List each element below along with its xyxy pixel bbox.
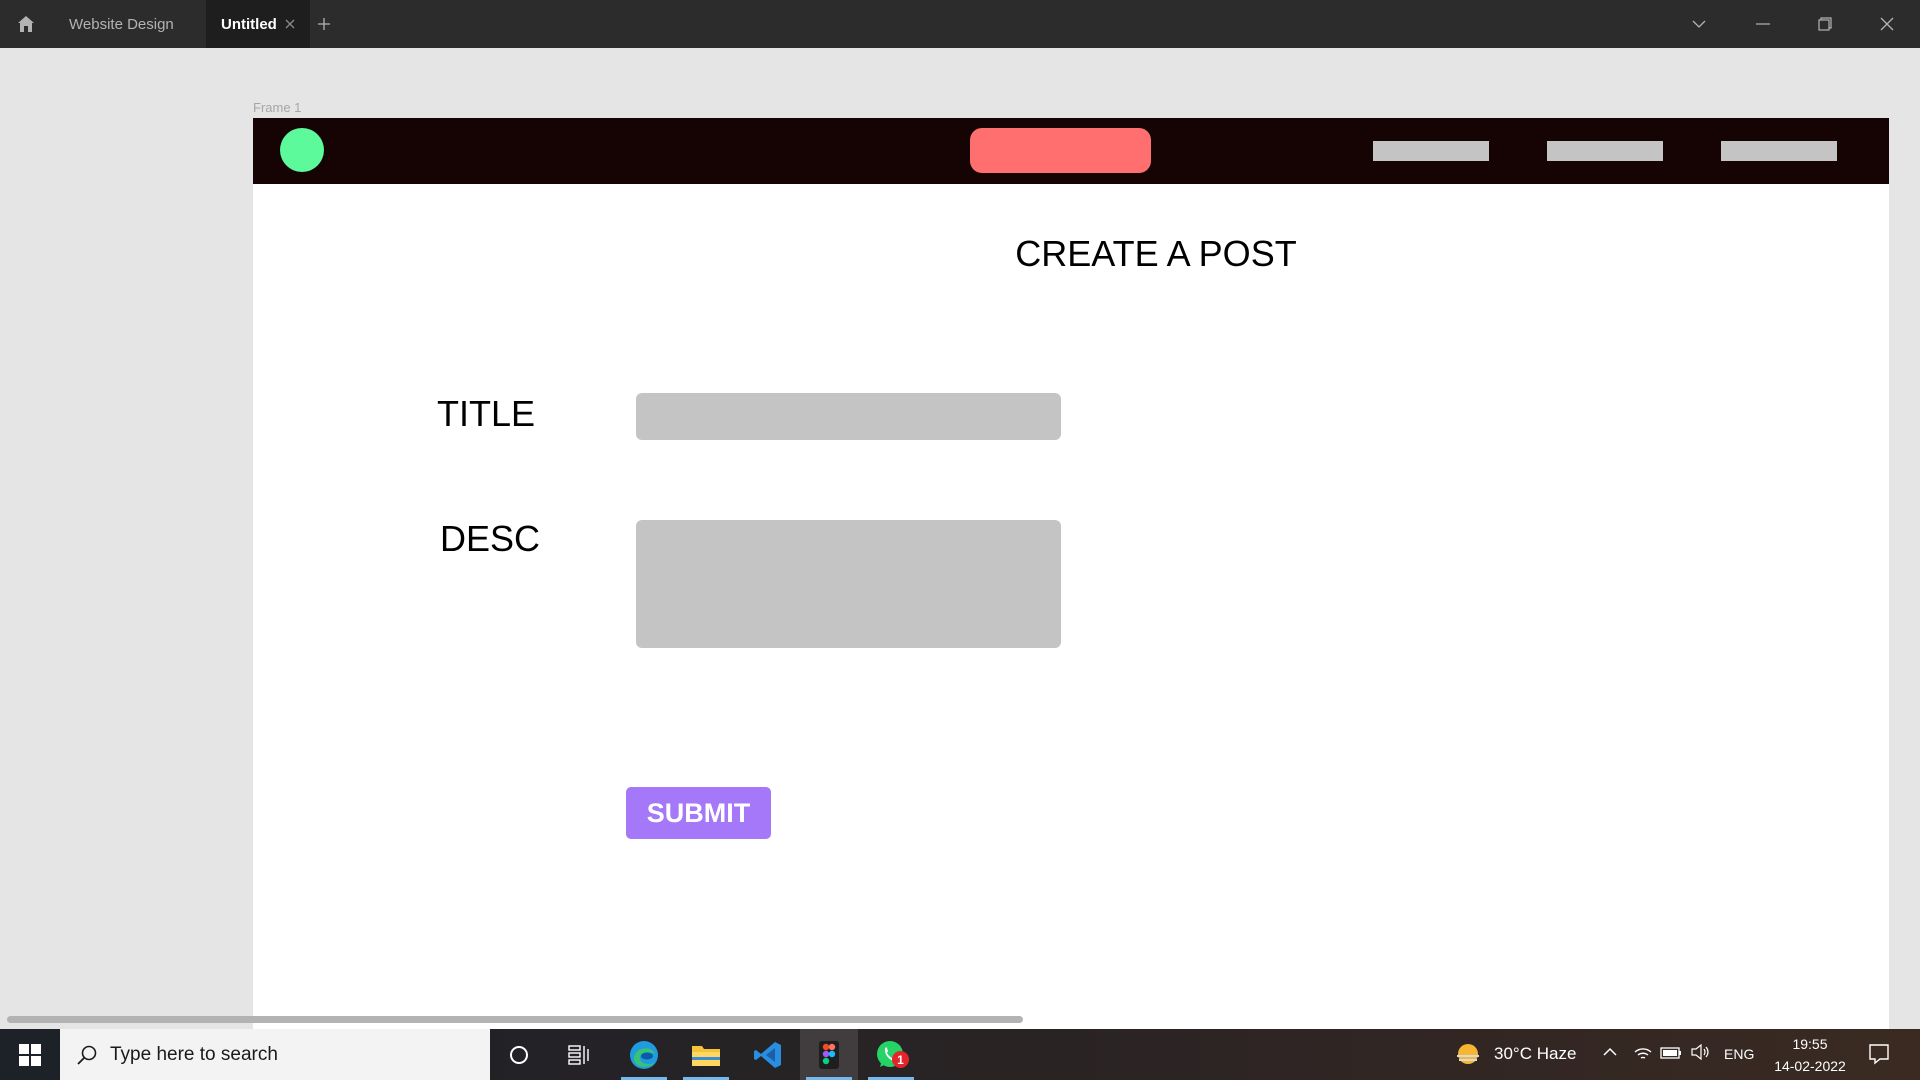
minimize-button[interactable] bbox=[1732, 0, 1794, 48]
close-window-button[interactable] bbox=[1856, 0, 1918, 48]
home-icon bbox=[18, 16, 34, 32]
edge-app-button[interactable] bbox=[615, 1029, 673, 1080]
clock[interactable]: 19:55 14-02-2022 bbox=[1760, 1033, 1860, 1077]
submit-button[interactable]: SUBMIT bbox=[626, 787, 771, 839]
wifi-icon bbox=[1634, 1048, 1652, 1059]
minimize-icon bbox=[1756, 23, 1770, 25]
mock-nav-link[interactable] bbox=[1721, 141, 1837, 161]
tab-label: Website Design bbox=[69, 15, 174, 33]
volume-button[interactable] bbox=[1690, 1043, 1710, 1065]
mock-nav-link[interactable] bbox=[1373, 141, 1489, 161]
cortana-icon bbox=[510, 1045, 528, 1064]
start-button[interactable] bbox=[0, 1029, 60, 1080]
figma-app-button[interactable] bbox=[800, 1029, 858, 1080]
edge-icon bbox=[630, 1040, 658, 1069]
tab-label: Untitled bbox=[221, 15, 277, 33]
speaker-icon bbox=[1691, 1043, 1709, 1061]
clock-time: 19:55 bbox=[1792, 1036, 1828, 1052]
taskbar-search-box[interactable]: Type here to search bbox=[60, 1029, 490, 1080]
notification-icon bbox=[1869, 1044, 1889, 1065]
folder-icon bbox=[692, 1045, 720, 1066]
app-titlebar: Website Design Untitled bbox=[0, 0, 1920, 48]
vscode-icon bbox=[754, 1041, 781, 1068]
windows-logo-icon bbox=[19, 1043, 41, 1066]
mock-navbar[interactable] bbox=[253, 118, 1889, 184]
mock-logo-circle[interactable] bbox=[280, 128, 324, 172]
weather-widget-icon[interactable] bbox=[1455, 1042, 1481, 1068]
windows-taskbar: Type here to search 1 30°C Haze ENG 19:5… bbox=[0, 1029, 1920, 1080]
task-view-icon bbox=[568, 1044, 589, 1065]
notification-badge: 1 bbox=[892, 1051, 909, 1068]
close-icon bbox=[285, 19, 295, 29]
page-heading[interactable]: CREATE A POST bbox=[253, 233, 1889, 275]
chevron-down-icon bbox=[1692, 20, 1706, 28]
battery-button[interactable] bbox=[1660, 1046, 1682, 1064]
frame-label[interactable]: Frame 1 bbox=[253, 100, 301, 115]
desc-input-mock[interactable] bbox=[636, 520, 1061, 648]
horizontal-scrollbar[interactable] bbox=[7, 1016, 1023, 1023]
sun-haze-icon bbox=[1457, 1044, 1479, 1064]
chevron-up-icon bbox=[1603, 1047, 1617, 1056]
plus-icon bbox=[318, 18, 330, 30]
close-tab-button[interactable] bbox=[280, 14, 300, 34]
design-canvas[interactable]: Frame 1 CREATE A POST TITLE DESC SUBMIT bbox=[0, 48, 1920, 1038]
search-icon bbox=[77, 1045, 97, 1065]
task-view-button[interactable] bbox=[550, 1029, 608, 1080]
search-placeholder: Type here to search bbox=[110, 1043, 278, 1065]
home-button[interactable] bbox=[0, 0, 52, 48]
new-tab-button[interactable] bbox=[314, 14, 334, 34]
action-center-button[interactable] bbox=[1868, 1043, 1890, 1070]
network-button[interactable] bbox=[1634, 1044, 1652, 1065]
file-explorer-button[interactable] bbox=[677, 1029, 735, 1080]
language-indicator[interactable]: ENG bbox=[1724, 1046, 1754, 1062]
figma-icon bbox=[819, 1040, 839, 1069]
desc-label[interactable]: DESC bbox=[440, 518, 540, 560]
mock-nav-link[interactable] bbox=[1547, 141, 1663, 161]
weather-text[interactable]: 30°C Haze bbox=[1494, 1044, 1576, 1064]
frame-1[interactable]: CREATE A POST TITLE DESC SUBMIT bbox=[253, 118, 1889, 1038]
restore-button[interactable] bbox=[1794, 0, 1856, 48]
vscode-button[interactable] bbox=[739, 1029, 797, 1080]
title-input-mock[interactable] bbox=[636, 393, 1061, 440]
title-label[interactable]: TITLE bbox=[437, 393, 535, 435]
battery-icon bbox=[1660, 1047, 1681, 1059]
restore-icon bbox=[1818, 17, 1832, 31]
cortana-button[interactable] bbox=[490, 1029, 548, 1080]
tabs-dropdown-button[interactable] bbox=[1668, 0, 1730, 48]
mock-nav-pill[interactable] bbox=[970, 128, 1151, 173]
tab-website-design[interactable]: Website Design bbox=[52, 0, 206, 48]
clock-date: 14-02-2022 bbox=[1774, 1058, 1846, 1074]
whatsapp-button[interactable]: 1 bbox=[862, 1029, 920, 1080]
close-icon bbox=[1880, 17, 1894, 31]
show-hidden-icons-button[interactable] bbox=[1602, 1044, 1618, 1065]
